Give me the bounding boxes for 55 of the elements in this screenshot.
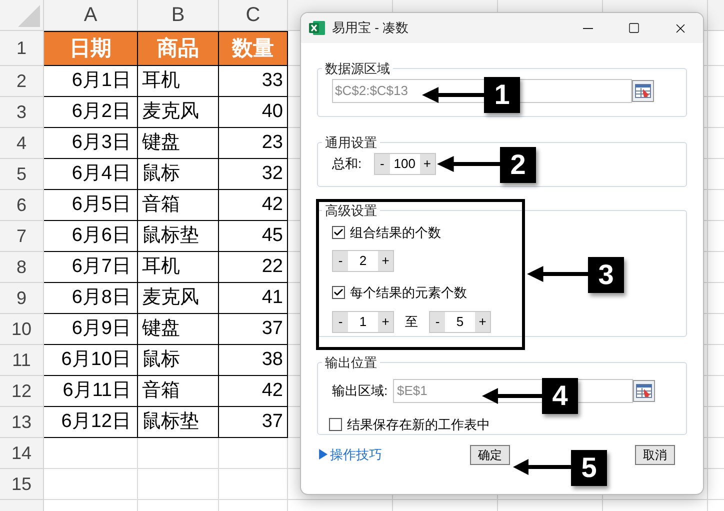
step-number-badge: 5 bbox=[571, 450, 607, 486]
date-cell: 6月3日 bbox=[44, 128, 138, 159]
header-cell: 数量 bbox=[219, 31, 288, 66]
group-title: 数据源区域 bbox=[324, 60, 391, 78]
sum-label: 总和: bbox=[332, 154, 362, 173]
header-cell: 商品 bbox=[138, 31, 219, 66]
product-cell: 耳机 bbox=[138, 66, 219, 97]
product-cell: 音箱 bbox=[138, 376, 219, 407]
checkbox-label: 结果保存在新的工作表中 bbox=[347, 416, 490, 434]
quantity-cell: 42 bbox=[219, 376, 288, 407]
date-cell: 6月9日 bbox=[44, 314, 138, 345]
quantity-cell: 42 bbox=[219, 190, 288, 221]
step-number-badge: 2 bbox=[500, 147, 536, 183]
range-separator: 至 bbox=[405, 312, 418, 331]
group-title: 输出位置 bbox=[324, 354, 378, 372]
output-label: 输出区域: bbox=[332, 382, 389, 400]
product-cell: 鼠标 bbox=[138, 159, 219, 190]
date-cell: 6月12日 bbox=[44, 407, 138, 438]
quantity-cell: 45 bbox=[219, 221, 288, 252]
product-cell: 麦克风 bbox=[138, 97, 219, 128]
quantity-cell: 23 bbox=[219, 128, 288, 159]
date-cell: 6月5日 bbox=[44, 190, 138, 221]
quantity-cell: 37 bbox=[219, 407, 288, 438]
date-cell: 6月11日 bbox=[44, 376, 138, 407]
product-cell: 鼠标垫 bbox=[138, 221, 219, 252]
product-cell: 耳机 bbox=[138, 252, 219, 283]
date-cell: 6月10日 bbox=[44, 345, 138, 376]
quantity-cell: 37 bbox=[219, 314, 288, 345]
product-cell: 鼠标垫 bbox=[138, 407, 219, 438]
step-number-badge: 1 bbox=[484, 77, 520, 113]
step-number-badge: 3 bbox=[588, 257, 624, 293]
checkbox-label: 组合结果的个数 bbox=[350, 224, 441, 242]
date-cell: 6月6日 bbox=[44, 221, 138, 252]
product-cell: 音箱 bbox=[138, 190, 219, 221]
product-cell: 麦克风 bbox=[138, 283, 219, 314]
quantity-cell: 32 bbox=[219, 159, 288, 190]
window-title: 易用宝 - 凑数 bbox=[332, 19, 409, 38]
product-cell: 键盘 bbox=[138, 314, 219, 345]
quantity-cell: 41 bbox=[219, 283, 288, 314]
date-cell: 6月8日 bbox=[44, 283, 138, 314]
product-cell: 键盘 bbox=[138, 128, 219, 159]
quantity-cell: 40 bbox=[219, 97, 288, 128]
group-title: 通用设置 bbox=[324, 134, 378, 152]
header-cell: 日期 bbox=[44, 31, 138, 66]
step-number-badge: 4 bbox=[542, 378, 578, 414]
quantity-cell: 38 bbox=[219, 345, 288, 376]
quantity-cell: 22 bbox=[219, 252, 288, 283]
group-title: 高级设置 bbox=[324, 202, 378, 220]
checkbox-label: 每个结果的元素个数 bbox=[350, 284, 467, 302]
date-cell: 6月1日 bbox=[44, 66, 138, 97]
product-cell: 鼠标 bbox=[138, 345, 219, 376]
quantity-cell: 33 bbox=[219, 66, 288, 97]
date-cell: 6月2日 bbox=[44, 97, 138, 128]
date-cell: 6月4日 bbox=[44, 159, 138, 190]
date-cell: 6月7日 bbox=[44, 252, 138, 283]
